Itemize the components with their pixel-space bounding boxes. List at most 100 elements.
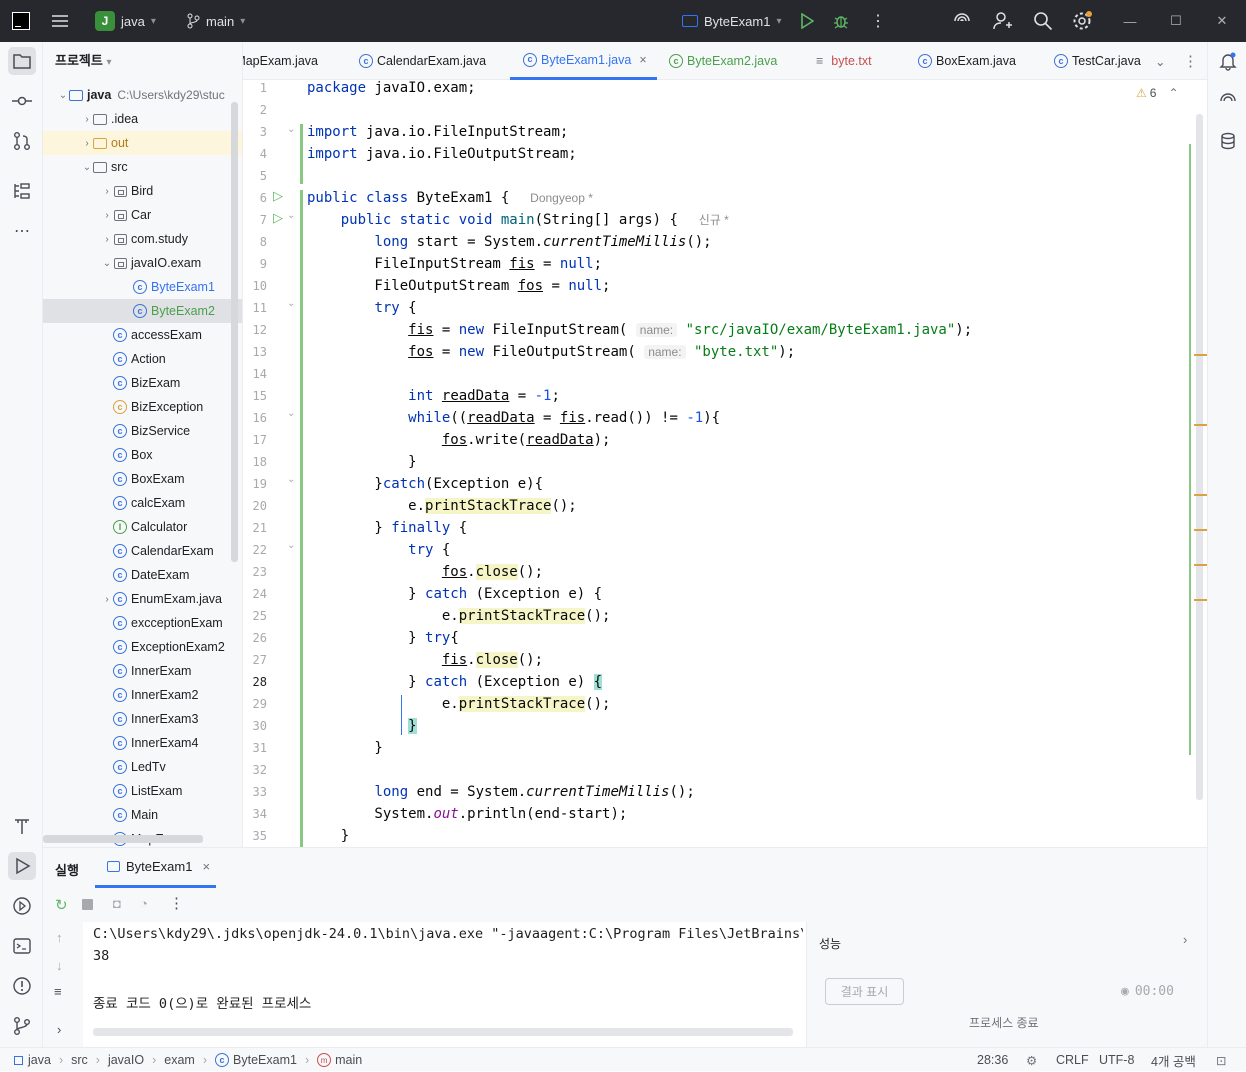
- code-editor[interactable]: package javaIO.exam; import java.io.File…: [303, 80, 1193, 847]
- add-user-icon[interactable]: [993, 0, 1013, 42]
- line-number[interactable]: 15: [243, 388, 267, 404]
- tabs-dropdown-icon[interactable]: ⌄: [1155, 42, 1165, 80]
- close-icon[interactable]: ✕: [1202, 0, 1242, 42]
- debug-icon[interactable]: [832, 0, 850, 42]
- line-number[interactable]: 16: [243, 410, 267, 426]
- soft-wrap-icon[interactable]: ≡: [54, 984, 62, 999]
- tree-root[interactable]: ⌄ java C:\Users\kdy29\stuc: [43, 83, 242, 107]
- indent-setting[interactable]: 4개 공백: [1151, 1048, 1196, 1072]
- warning-marker[interactable]: [1194, 494, 1207, 496]
- chevron-right-icon[interactable]: ›: [101, 234, 113, 245]
- fold-icon[interactable]: ⌄: [287, 124, 295, 135]
- line-number[interactable]: 26: [243, 630, 267, 646]
- tree-item[interactable]: › Car: [43, 203, 242, 227]
- tree-hscrollbar[interactable]: [43, 835, 203, 843]
- project-panel-header[interactable]: 프로젝트 ▾: [55, 50, 112, 69]
- commit-tool-icon[interactable]: [8, 87, 36, 115]
- vcs-status-icon[interactable]: ⚙: [1026, 1048, 1037, 1072]
- project-selector[interactable]: J java ▾: [95, 0, 156, 42]
- line-number[interactable]: 19: [243, 476, 267, 492]
- line-number[interactable]: 6: [243, 190, 267, 206]
- structure-tool-icon[interactable]: [8, 177, 36, 205]
- tree-item[interactable]: c ByteExam1: [43, 275, 242, 299]
- settings-gear-icon[interactable]: [1072, 0, 1094, 42]
- tree-item[interactable]: c BizService: [43, 419, 242, 443]
- line-number[interactable]: 4: [243, 146, 267, 162]
- chevron-right-icon[interactable]: ›: [81, 138, 93, 149]
- line-number[interactable]: 30: [243, 718, 267, 734]
- fold-icon[interactable]: ⌄: [287, 474, 295, 485]
- line-number[interactable]: 29: [243, 696, 267, 712]
- tree-item[interactable]: c DateExam: [43, 563, 242, 587]
- line-number[interactable]: 27: [243, 652, 267, 668]
- previous-highlight-icon[interactable]: ⌃: [1168, 86, 1178, 100]
- ai-assistant-icon[interactable]: [952, 0, 972, 42]
- tree-item[interactable]: c Box: [43, 443, 242, 467]
- tree-item[interactable]: › c EnumExam.java: [43, 587, 242, 611]
- fold-icon[interactable]: ⌄: [287, 540, 295, 551]
- line-separator[interactable]: CRLF: [1056, 1048, 1089, 1072]
- line-number[interactable]: 22: [243, 542, 267, 558]
- chevron-right-icon[interactable]: ›: [101, 186, 113, 197]
- line-number[interactable]: 8: [243, 234, 267, 250]
- tab-boxexam[interactable]: c BoxExam.java: [918, 42, 1016, 80]
- tree-item[interactable]: ⌄ javaIO.exam: [43, 251, 242, 275]
- line-number[interactable]: 25: [243, 608, 267, 624]
- crumb[interactable]: ByteExam1: [233, 1053, 297, 1067]
- tree-item[interactable]: c BizExam: [43, 371, 242, 395]
- close-tab-icon[interactable]: ×: [202, 859, 210, 874]
- tree-item[interactable]: c accessExam: [43, 323, 242, 347]
- tab-byteexam2[interactable]: c ByteExam2.java: [669, 42, 777, 80]
- line-number[interactable]: 5: [243, 168, 267, 184]
- line-number[interactable]: 23: [243, 564, 267, 580]
- line-number[interactable]: 12: [243, 322, 267, 338]
- tab-mapexam[interactable]: MapExam.java: [243, 42, 318, 80]
- tree-item[interactable]: › Bird: [43, 179, 242, 203]
- tree-item[interactable]: c ExceptionExam2: [43, 635, 242, 659]
- show-results-button[interactable]: 결과 표시: [825, 978, 904, 1005]
- line-number[interactable]: 18: [243, 454, 267, 470]
- build-tool-icon[interactable]: [8, 812, 36, 840]
- terminate-process-link[interactable]: 프로세스 종료: [969, 1014, 1039, 1031]
- run-main-icon[interactable]: ▷: [273, 210, 283, 226]
- line-number[interactable]: 21: [243, 520, 267, 536]
- chevron-right-icon[interactable]: ›: [1183, 932, 1187, 947]
- chevron-right-icon[interactable]: ›: [81, 114, 93, 125]
- tree-item[interactable]: c LedTv: [43, 755, 242, 779]
- tree-item[interactable]: c BizException: [43, 395, 242, 419]
- warning-marker[interactable]: [1194, 354, 1207, 356]
- warning-marker[interactable]: [1194, 564, 1207, 566]
- warning-marker[interactable]: [1194, 529, 1207, 531]
- tree-item[interactable]: ⌄ src: [43, 155, 242, 179]
- tab-calendarexam[interactable]: c CalendarExam.java: [359, 42, 486, 80]
- tree-item[interactable]: c ListExam: [43, 779, 242, 803]
- tree-item[interactable]: c excceptionExam: [43, 611, 242, 635]
- line-number[interactable]: 28: [243, 674, 267, 690]
- tree-item[interactable]: c ByteExam2: [43, 299, 242, 323]
- line-number[interactable]: 1: [243, 80, 267, 96]
- tab-byte-txt[interactable]: ≡ byte.txt: [816, 42, 872, 80]
- caret-position[interactable]: 28:36: [977, 1048, 1008, 1072]
- crumb[interactable]: javaIO: [108, 1053, 144, 1067]
- database-icon[interactable]: [1214, 127, 1242, 155]
- crumb[interactable]: main: [335, 1053, 362, 1067]
- line-number[interactable]: 9: [243, 256, 267, 272]
- warning-marker[interactable]: [1194, 424, 1207, 426]
- project-tool-icon[interactable]: [8, 47, 36, 75]
- tree-item[interactable]: c InnerExam3: [43, 707, 242, 731]
- services-tool-icon[interactable]: [8, 892, 36, 920]
- terminal-tool-icon[interactable]: [8, 932, 36, 960]
- scroll-down-icon[interactable]: ↓: [56, 958, 63, 973]
- tree-item[interactable]: c InnerExam2: [43, 683, 242, 707]
- tree-item[interactable]: › out: [43, 131, 242, 155]
- console-hscrollbar[interactable]: [93, 1028, 793, 1036]
- minimize-icon[interactable]: —: [1110, 0, 1150, 42]
- tab-testcar[interactable]: c TestCar.java: [1054, 42, 1141, 80]
- camera-icon[interactable]: ◘: [113, 896, 121, 911]
- problems-tool-icon[interactable]: [8, 972, 36, 1000]
- line-number[interactable]: 11: [243, 300, 267, 316]
- rerun-icon[interactable]: ↻: [55, 896, 68, 914]
- chevron-right-icon[interactable]: ›: [101, 594, 113, 605]
- run-class-icon[interactable]: ▷: [273, 188, 283, 204]
- pull-requests-icon[interactable]: [8, 127, 36, 155]
